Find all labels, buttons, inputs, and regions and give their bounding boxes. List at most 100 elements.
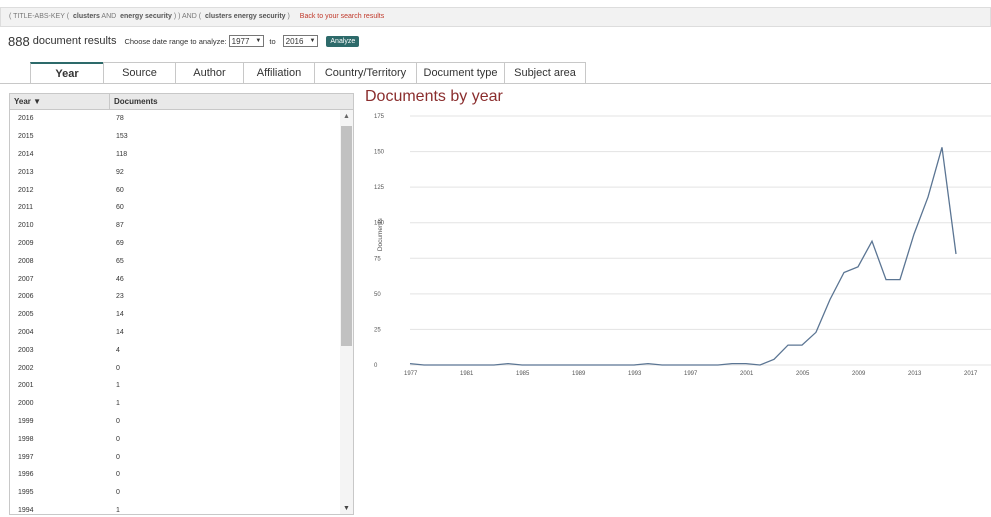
year-cell: 1999 <box>18 417 34 425</box>
documents-cell: 118 <box>116 150 128 158</box>
table-row[interactable]: 2013 92 <box>10 163 340 181</box>
tab-source[interactable]: Source <box>103 62 176 83</box>
x-tick-label: 1985 <box>516 371 530 377</box>
search-query-bar: ( TITLE-ABS-KEY ( clusters AND energy se… <box>0 7 991 27</box>
date-range-prompt: Choose date range to analyze: <box>124 36 227 46</box>
chart-title: Documents by year <box>365 88 503 105</box>
y-tick-label: 25 <box>374 327 381 333</box>
y-tick-label: 125 <box>374 185 385 191</box>
query-operator: ( TITLE-ABS-KEY ( <box>9 13 71 20</box>
table-row[interactable]: 2009 69 <box>10 235 340 253</box>
documents-cell: 0 <box>116 435 120 443</box>
query-term: clusters energy security <box>205 13 286 20</box>
table-row[interactable]: 1998 0 <box>10 430 340 448</box>
table-row[interactable]: 2004 14 <box>10 324 340 342</box>
year-cell: 2006 <box>18 293 34 301</box>
table-row[interactable]: 2011 60 <box>10 199 340 217</box>
year-column-header[interactable]: Year ▼ <box>10 94 110 109</box>
year-cell: 2012 <box>18 186 34 194</box>
table-row[interactable]: 1994 1 <box>10 502 340 514</box>
tab-subject-area[interactable]: Subject area <box>504 62 586 83</box>
from-year-value: 1977 <box>231 36 250 46</box>
analysis-tabs: Year Source Author Affiliation Country/T… <box>30 62 586 83</box>
x-tick-label: 1989 <box>572 371 586 377</box>
year-cell: 2000 <box>18 400 34 408</box>
tab-affiliation[interactable]: Affiliation <box>243 62 315 83</box>
table-row[interactable]: 2010 87 <box>10 217 340 235</box>
table-row[interactable]: 1996 0 <box>10 466 340 484</box>
x-tick-label: 2017 <box>964 371 978 377</box>
year-cell: 2008 <box>18 257 34 265</box>
tab-year[interactable]: Year <box>30 62 104 83</box>
table-row[interactable]: 1997 0 <box>10 448 340 466</box>
x-tick-label: 2001 <box>740 371 754 377</box>
table-row[interactable]: 1999 0 <box>10 413 340 431</box>
table-row[interactable]: 2003 4 <box>10 341 340 359</box>
year-cell: 2013 <box>18 168 34 176</box>
tab-author[interactable]: Author <box>175 62 244 83</box>
scroll-down-icon[interactable]: ▼ <box>343 505 350 512</box>
query-term: energy security <box>120 13 172 20</box>
table-row[interactable]: 2012 60 <box>10 181 340 199</box>
back-to-results-link[interactable]: Back to your search results <box>300 13 384 20</box>
year-cell: 2010 <box>18 222 34 230</box>
year-cell: 2015 <box>18 133 34 141</box>
year-cell: 2003 <box>18 346 34 354</box>
x-tick-label: 1997 <box>684 371 698 377</box>
x-tick-label: 2005 <box>796 371 810 377</box>
table-row[interactable]: 2000 1 <box>10 395 340 413</box>
to-year-select[interactable]: 2016 ▼ <box>282 35 319 47</box>
table-row[interactable]: 2002 0 <box>10 359 340 377</box>
x-tick-label: 2009 <box>852 371 866 377</box>
year-cell: 1996 <box>18 471 34 479</box>
documents-cell: 78 <box>116 115 124 123</box>
year-cell: 2011 <box>18 204 34 212</box>
table-row[interactable]: 2016 78 <box>10 110 340 128</box>
query-term: clusters <box>72 13 100 20</box>
table-row[interactable]: 2006 23 <box>10 288 340 306</box>
documents-cell: 87 <box>116 222 124 230</box>
documents-cell: 65 <box>116 257 124 265</box>
table-row[interactable]: 2008 65 <box>10 252 340 270</box>
year-cell: 2004 <box>18 328 34 336</box>
to-year-value: 2016 <box>285 36 304 46</box>
chevron-down-icon: ▼ <box>255 38 262 44</box>
x-tick-label: 1977 <box>404 371 418 377</box>
query-operator: ) <box>285 13 290 20</box>
to-label: to <box>269 36 276 46</box>
table-row[interactable]: 1995 0 <box>10 484 340 502</box>
from-year-select[interactable]: 1977 ▼ <box>228 35 265 47</box>
documents-cell: 1 <box>116 400 120 408</box>
table-row[interactable]: 2001 1 <box>10 377 340 395</box>
documents-cell: 153 <box>116 133 128 141</box>
y-tick-label: 75 <box>374 256 381 262</box>
table-row[interactable]: 2007 46 <box>10 270 340 288</box>
documents-cell: 14 <box>116 311 124 319</box>
table-row[interactable]: 2005 14 <box>10 306 340 324</box>
documents-cell: 1 <box>116 382 120 390</box>
year-cell: 2007 <box>18 275 34 283</box>
table-scrollbar[interactable]: ▲ ▼ <box>340 110 353 514</box>
scroll-up-icon[interactable]: ▲ <box>343 113 350 120</box>
tab-country-territory[interactable]: Country/Territory <box>314 62 417 83</box>
result-count-label: document results <box>32 35 117 47</box>
x-tick-label: 1993 <box>628 371 642 377</box>
documents-cell: 46 <box>116 275 124 283</box>
tab-document-type[interactable]: Document type <box>416 62 505 83</box>
documents-column-header[interactable]: Documents <box>110 94 158 109</box>
documents-cell: 0 <box>116 417 120 425</box>
year-cell: 2016 <box>18 115 34 123</box>
documents-cell: 92 <box>116 168 124 176</box>
x-tick-label: 2013 <box>908 371 922 377</box>
documents-cell: 69 <box>116 239 124 247</box>
analyze-button[interactable]: Analyze <box>326 35 360 47</box>
year-cell: 1994 <box>18 506 34 514</box>
scrollbar-thumb[interactable] <box>341 126 352 346</box>
table-row[interactable]: 2015 153 <box>10 128 340 146</box>
table-row[interactable]: 2014 118 <box>10 146 340 164</box>
series-line <box>409 147 957 366</box>
documents-cell: 0 <box>116 364 120 372</box>
y-tick-label: 150 <box>374 150 385 156</box>
tab-divider <box>0 83 991 84</box>
year-cell: 2001 <box>18 382 34 390</box>
